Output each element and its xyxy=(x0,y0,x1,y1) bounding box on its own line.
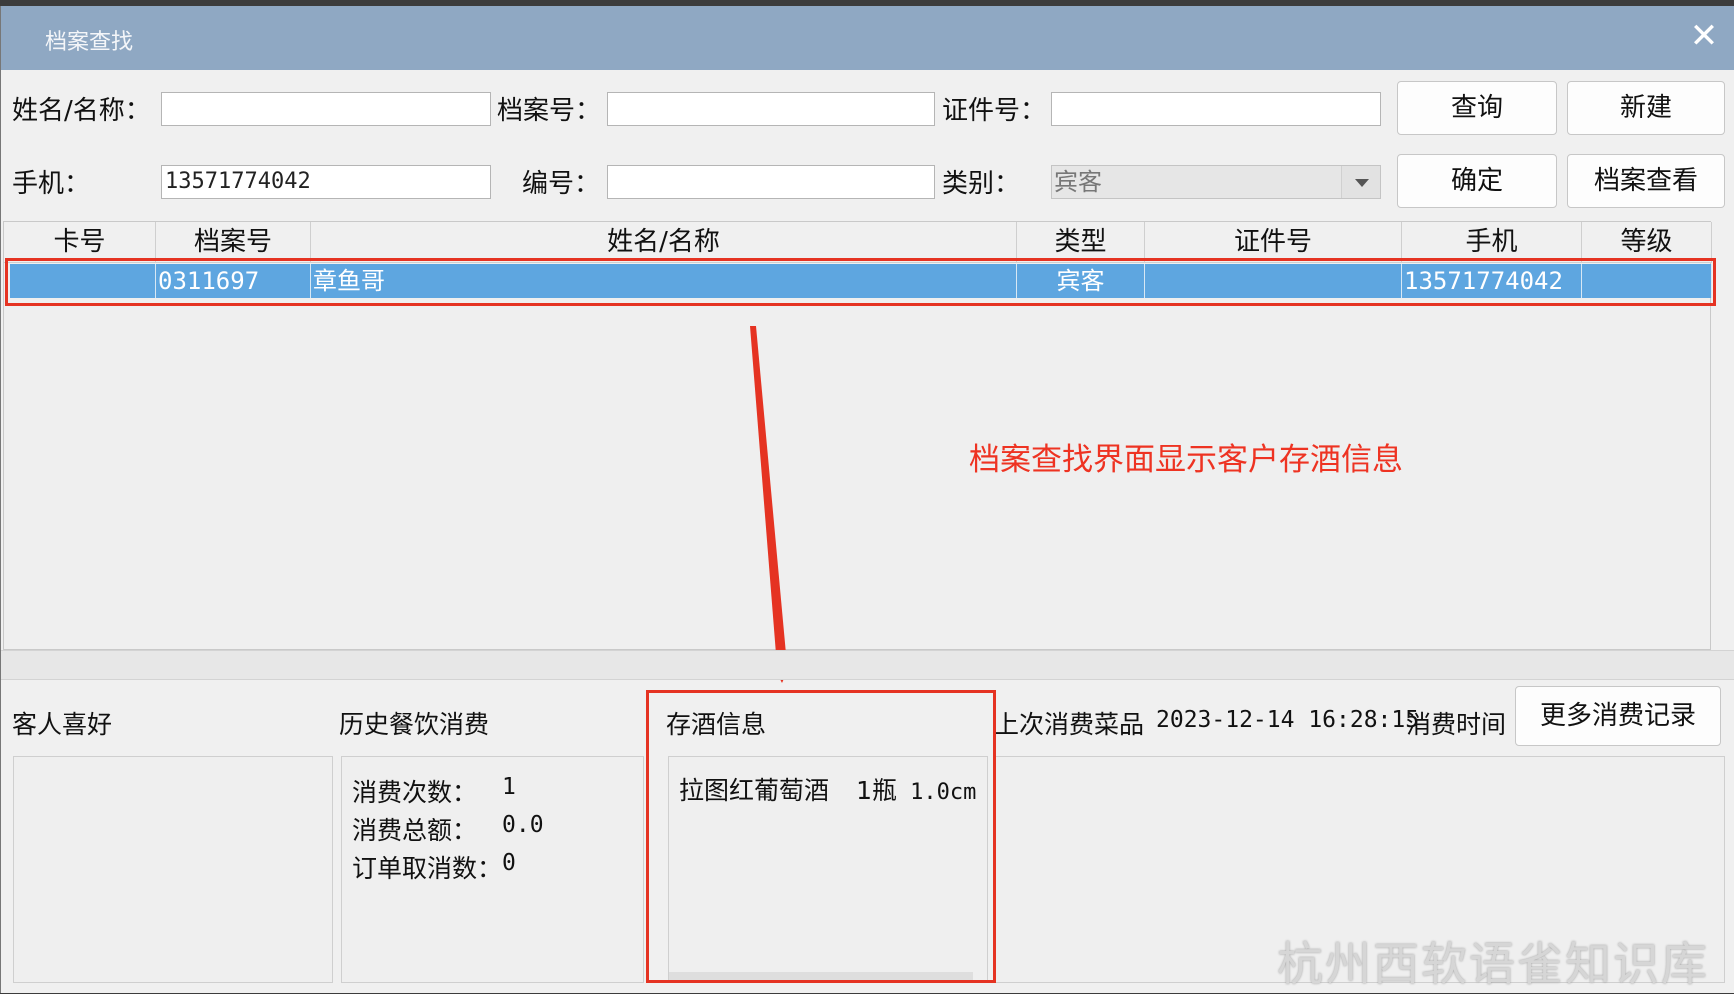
chevron-down-icon[interactable] xyxy=(1341,166,1380,198)
list-item: 拉图红葡萄酒 1瓶 1.0cm xyxy=(679,771,976,807)
cell-id-no xyxy=(1145,264,1402,298)
cell-card-no xyxy=(10,264,156,298)
category-select[interactable]: 宾客 xyxy=(1051,165,1381,199)
cell-type: 宾客 xyxy=(1017,264,1145,298)
visits-label: 消费次数： xyxy=(352,778,478,807)
column-header[interactable]: 档案号 xyxy=(156,222,311,262)
preferences-label: 客人喜好 xyxy=(12,710,113,739)
column-header[interactable]: 手机 xyxy=(1402,222,1582,262)
column-header[interactable]: 证件号 xyxy=(1145,222,1402,262)
phone-label: 手机： xyxy=(12,169,91,199)
cell-level xyxy=(1582,264,1712,298)
results-table: 卡号 档案号 姓名/名称 类型 证件号 手机 等级 0311697 章鱼哥 宾客… xyxy=(3,221,1712,650)
category-value: 宾客 xyxy=(1054,168,1102,196)
title-bar: 档案查找 ✕ xyxy=(1,6,1734,70)
table-header: 卡号 档案号 姓名/名称 类型 证件号 手机 等级 xyxy=(4,222,1712,263)
code-label: 编号： xyxy=(522,169,601,199)
view-archive-button[interactable]: 档案查看 xyxy=(1567,154,1725,208)
name-label: 姓名/名称： xyxy=(12,96,151,126)
wine-qty: 1瓶 xyxy=(856,776,898,805)
confirm-button[interactable]: 确定 xyxy=(1397,154,1557,208)
visits-value: 1 xyxy=(502,774,516,800)
splitter[interactable] xyxy=(1,650,1734,680)
phone-input[interactable]: 13571774042 xyxy=(161,165,491,199)
last-time-value: 2023-12-14 16:28:15 xyxy=(1156,707,1420,733)
column-header[interactable]: 姓名/名称 xyxy=(311,222,1017,262)
more-records-button[interactable]: 更多消费记录 xyxy=(1515,686,1721,746)
cell-name: 章鱼哥 xyxy=(311,264,1017,298)
table-row[interactable]: 0311697 章鱼哥 宾客 13571774042 xyxy=(10,264,1712,298)
column-header[interactable]: 卡号 xyxy=(4,222,156,262)
code-input[interactable] xyxy=(607,165,935,199)
history-label: 历史餐饮消费 xyxy=(339,710,490,739)
cell-phone: 13571774042 xyxy=(1402,264,1582,298)
id-no-label: 证件号： xyxy=(942,96,1047,126)
id-no-input[interactable] xyxy=(1051,92,1381,126)
annotation-text: 档案查找界面显示客户存酒信息 xyxy=(969,442,1403,478)
cell-archive-no: 0311697 xyxy=(156,264,311,298)
wine-label: 存酒信息 xyxy=(666,710,767,739)
cancelled-value: 0 xyxy=(502,850,516,876)
query-button[interactable]: 查询 xyxy=(1397,81,1557,135)
new-button[interactable]: 新建 xyxy=(1567,81,1725,135)
wine-amount: 1.0cm xyxy=(910,780,977,805)
category-label: 类别： xyxy=(942,169,1021,199)
watermark: 杭州西软语雀知识库 xyxy=(1277,937,1709,991)
history-panel: 消费次数： 1 消费总额： 0.0 订单取消数： 0 xyxy=(341,756,644,983)
column-header[interactable]: 类型 xyxy=(1017,222,1145,262)
window-title: 档案查找 xyxy=(45,30,134,55)
wine-panel: 拉图红葡萄酒 1瓶 1.0cm xyxy=(668,756,988,983)
wine-name: 拉图红葡萄酒 xyxy=(679,776,830,805)
archive-search-dialog: 档案查找 ✕ 姓名/名称： 档案号： 证件号： 查询 新建 手机： 135717… xyxy=(0,6,1734,993)
close-icon[interactable]: ✕ xyxy=(1686,18,1722,54)
archive-no-input[interactable] xyxy=(607,92,935,126)
archive-no-label: 档案号： xyxy=(497,96,602,126)
cancelled-label: 订单取消数： xyxy=(352,854,503,883)
total-label: 消费总额： xyxy=(352,816,478,845)
last-dishes-label: 上次消费菜品 xyxy=(994,710,1145,739)
horizontal-scrollbar[interactable] xyxy=(669,972,973,982)
column-header[interactable]: 等级 xyxy=(1582,222,1712,262)
total-value: 0.0 xyxy=(502,812,544,838)
preferences-panel xyxy=(13,756,333,983)
last-time-label: 消费时间 xyxy=(1406,710,1507,739)
name-input[interactable] xyxy=(161,92,491,126)
